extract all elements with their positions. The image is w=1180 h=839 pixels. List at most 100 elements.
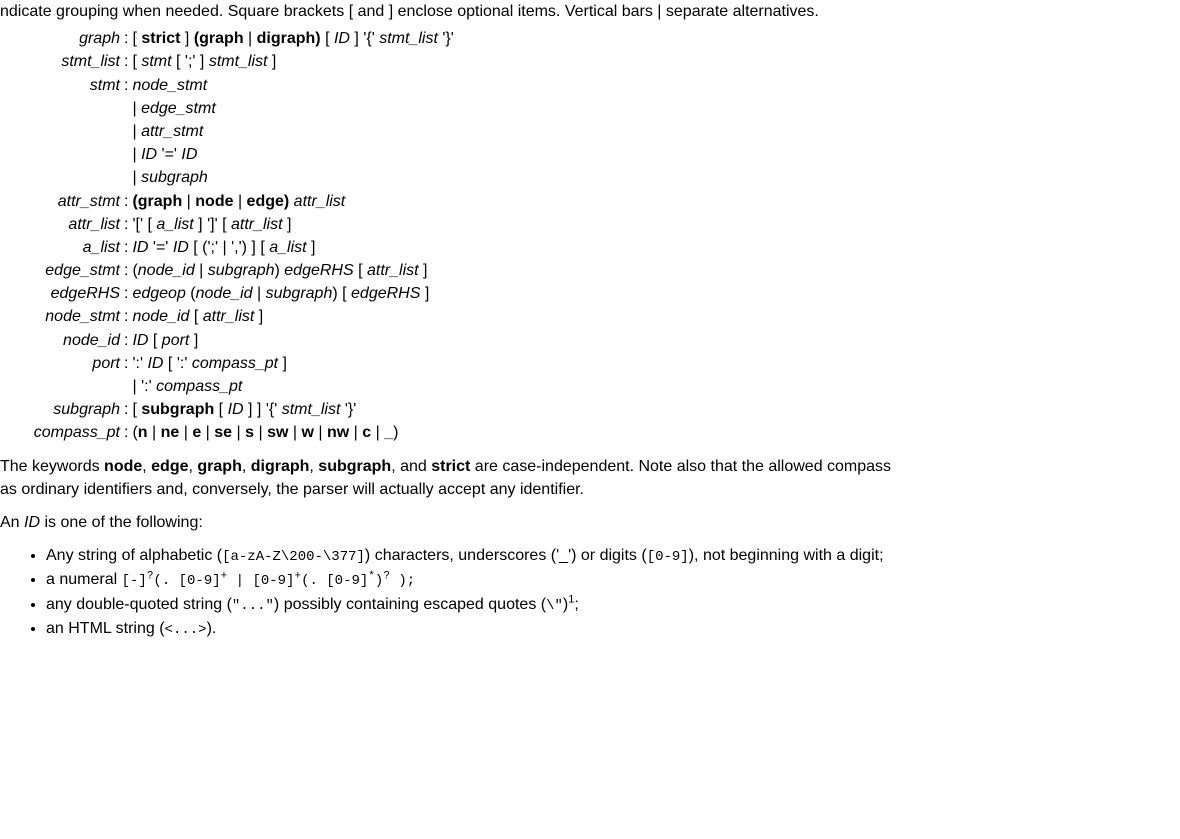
page-root: ndicate grouping when needed. Square bra…	[0, 0, 1180, 640]
grammar-rhs: '[' [ a_list ] ']' [ attr_list ]	[130, 213, 457, 236]
grammar-row: attr_stmt:(graph | node | edge) attr_lis…	[0, 190, 458, 213]
b1-e: ), not beginning with a digit;	[689, 547, 884, 564]
grammar-rhs: ID [ port ]	[130, 329, 457, 352]
grammar-row: attr_list:'[' [ a_list ] ']' [ attr_list…	[0, 213, 458, 236]
grammar-row: | subgraph	[0, 166, 458, 189]
grammar-colon: :	[122, 236, 130, 259]
keywords-paragraph: The keywords node, edge, graph, digraph,…	[0, 455, 1180, 501]
b4-a: an HTML string (	[46, 620, 165, 637]
grammar-lhs: edgeRHS	[0, 282, 122, 305]
grammar-row: | ':' compass_pt	[0, 375, 458, 398]
b3-d: ;	[574, 596, 578, 613]
grammar-colon: :	[122, 50, 130, 73]
grammar-lhs: edge_stmt	[0, 259, 122, 282]
grammar-colon: :	[122, 27, 130, 50]
grammar-lhs: a_list	[0, 236, 122, 259]
grammar-lhs: graph	[0, 27, 122, 50]
grammar-colon: :	[122, 352, 130, 375]
grammar-colon: :	[122, 259, 130, 282]
id-bullet-2: a numeral [-]?(. [0-9]+ | [0-9]+(. [0-9]…	[46, 568, 1180, 591]
grammar-row: node_id:ID [ port ]	[0, 329, 458, 352]
grammar-lhs: port	[0, 352, 122, 375]
b2-num: [-]?(. [0-9]+ | [0-9]+(. [0-9]*)? );	[122, 573, 416, 589]
id-intro-c: is one of the following:	[40, 514, 203, 531]
grammar-row: stmt:node_stmt	[0, 74, 458, 97]
grammar-row: stmt_list:[ stmt [ ';' ] stmt_list ]	[0, 50, 458, 73]
grammar-rhs: (n | ne | e | se | s | sw | w | nw | c |…	[130, 421, 457, 444]
grammar-lhs	[0, 375, 122, 398]
grammar-rhs: [ strict ] (graph | digraph) [ ID ] '{' …	[130, 27, 457, 50]
grammar-rhs: | ':' compass_pt	[130, 375, 457, 398]
grammar-row: edge_stmt:(node_id | subgraph) edgeRHS […	[0, 259, 458, 282]
grammar-row: graph:[ strict ] (graph | digraph) [ ID …	[0, 27, 458, 50]
b1-a: Any string of alphabetic (	[46, 547, 222, 564]
grammar-lhs: attr_list	[0, 213, 122, 236]
grammar-colon: :	[122, 282, 130, 305]
grammar-row: | ID '=' ID	[0, 143, 458, 166]
grammar-row: port:':' ID [ ':' compass_pt ]	[0, 352, 458, 375]
grammar-rhs: [ stmt [ ';' ] stmt_list ]	[130, 50, 457, 73]
grammar-lhs	[0, 166, 122, 189]
grammar-lhs	[0, 143, 122, 166]
grammar-row: | edge_stmt	[0, 97, 458, 120]
grammar-lhs: stmt	[0, 74, 122, 97]
grammar-lhs: subgraph	[0, 398, 122, 421]
b1-d: ) or digits (	[571, 547, 647, 564]
grammar-colon	[122, 120, 130, 143]
grammar-colon: :	[122, 329, 130, 352]
id-intro-a: An	[0, 514, 24, 531]
b3-esc: \"	[546, 598, 563, 614]
grammar-lhs	[0, 120, 122, 143]
b3-b: ) possibly containing escaped quotes (	[274, 596, 546, 613]
b4-b: ).	[207, 620, 217, 637]
grammar-rhs: | edge_stmt	[130, 97, 457, 120]
kw-text-line2: as ordinary identifiers and, conversely,…	[0, 481, 584, 498]
id-bullet-list: Any string of alphabetic ([a-zA-Z\200-\3…	[0, 544, 1180, 640]
id-intro: An ID is one of the following:	[0, 511, 1180, 534]
id-intro-b: ID	[24, 514, 40, 531]
grammar-lhs: stmt_list	[0, 50, 122, 73]
grammar-row: | attr_stmt	[0, 120, 458, 143]
grammar-rhs: edgeop (node_id | subgraph) [ edgeRHS ]	[130, 282, 457, 305]
grammar-colon: :	[122, 74, 130, 97]
grammar-colon: :	[122, 190, 130, 213]
id-bullet-4: an HTML string (<...>).	[46, 617, 1180, 640]
grammar-rhs: ':' ID [ ':' compass_pt ]	[130, 352, 457, 375]
kw-text-b: are case-independent. Note also that the…	[475, 458, 891, 475]
grammar-row: subgraph:[ subgraph [ ID ] ] '{' stmt_li…	[0, 398, 458, 421]
grammar-rhs: node_stmt	[130, 74, 457, 97]
grammar-colon	[122, 143, 130, 166]
grammar-lhs: node_id	[0, 329, 122, 352]
grammar-colon	[122, 166, 130, 189]
grammar-table: graph:[ strict ] (graph | digraph) [ ID …	[0, 27, 458, 444]
grammar-row: node_stmt:node_id [ attr_list ]	[0, 305, 458, 328]
grammar-colon: :	[122, 398, 130, 421]
grammar-row: a_list:ID '=' ID [ (';' | ',') ] [ a_lis…	[0, 236, 458, 259]
grammar-rhs: (node_id | subgraph) edgeRHS [ attr_list…	[130, 259, 457, 282]
b3-a: any double-quoted string (	[46, 596, 232, 613]
grammar-rhs: node_id [ attr_list ]	[130, 305, 457, 328]
grammar-lhs: attr_stmt	[0, 190, 122, 213]
grammar-rhs: (graph | node | edge) attr_list	[130, 190, 457, 213]
id-bullet-3: any double-quoted string ("...") possibl…	[46, 593, 1180, 616]
id-bullet-1: Any string of alphabetic ([a-zA-Z\200-\3…	[46, 544, 1180, 567]
grammar-lhs: compass_pt	[0, 421, 122, 444]
grammar-colon: :	[122, 213, 130, 236]
grammar-lhs	[0, 97, 122, 120]
b1-b: ) characters, underscores (	[365, 547, 556, 564]
grammar-row: edgeRHS:edgeop (node_id | subgraph) [ ed…	[0, 282, 458, 305]
grammar-row: compass_pt:(n | ne | e | se | s | sw | w…	[0, 421, 458, 444]
b1-code1: [a-zA-Z\200-\377]	[222, 549, 365, 565]
b1-c: '_'	[556, 547, 571, 564]
grammar-colon: :	[122, 305, 130, 328]
grammar-colon: :	[122, 421, 130, 444]
b1-code2: [0-9]	[647, 549, 689, 565]
grammar-colon	[122, 97, 130, 120]
intro-fragment: ndicate grouping when needed. Square bra…	[0, 0, 1180, 23]
grammar-rhs: | attr_stmt	[130, 120, 457, 143]
b4-h: <...>	[165, 622, 207, 638]
kw-text-a: The keywords	[0, 458, 104, 475]
b2-a: a numeral	[46, 571, 122, 588]
kw-list: node, edge, graph, digraph, subgraph, an…	[104, 458, 470, 475]
grammar-rhs: [ subgraph [ ID ] ] '{' stmt_list '}'	[130, 398, 457, 421]
